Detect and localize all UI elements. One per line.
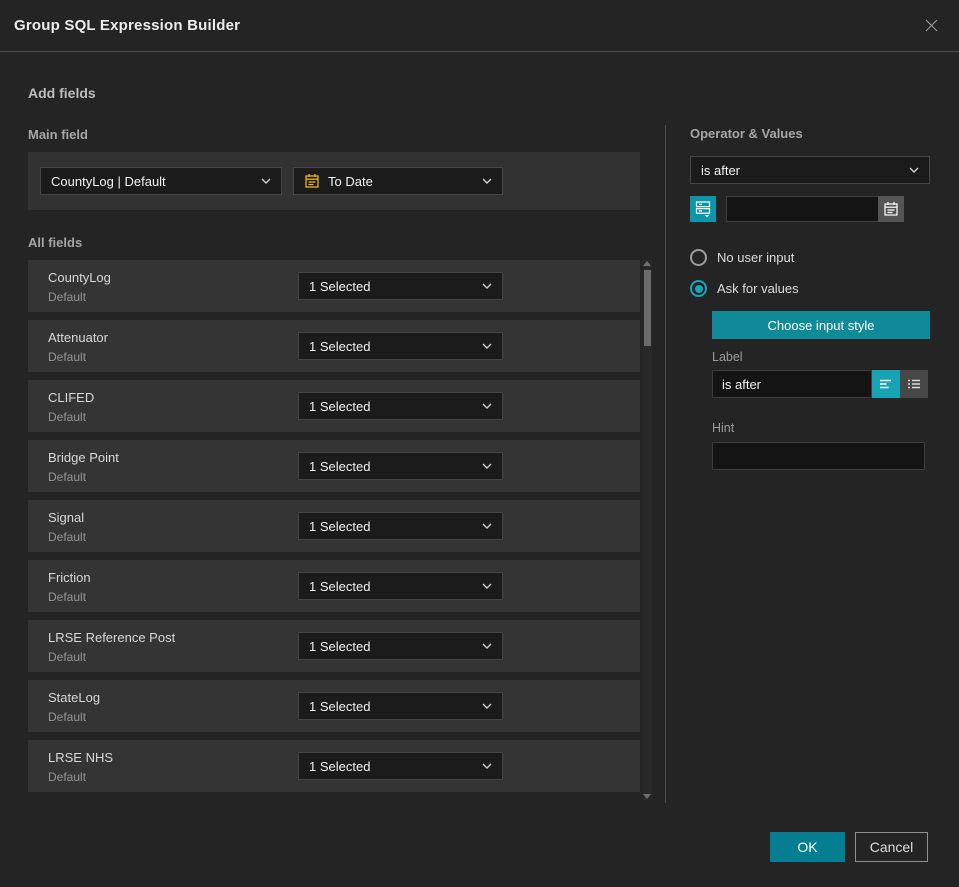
field-selected-dropdown[interactable]: 1 Selected — [298, 272, 503, 300]
values-from-data-icon — [695, 201, 711, 218]
date-mode-dropdown[interactable]: To Date — [293, 167, 503, 195]
date-mode-dropdown-value: To Date — [328, 173, 373, 189]
main-field-dropdown[interactable]: CountyLog | Default — [40, 167, 282, 195]
main-field-label: Main field — [28, 127, 88, 142]
list-input-style-icon — [908, 379, 920, 389]
field-row: CountyLog Default 1 Selected — [28, 260, 640, 312]
field-row: Signal Default 1 Selected — [28, 500, 640, 552]
add-fields-heading: Add fields — [28, 85, 96, 101]
date-picker-button[interactable] — [878, 196, 904, 222]
field-row: Bridge Point Default 1 Selected — [28, 440, 640, 492]
label-input[interactable] — [712, 370, 872, 398]
calendar-icon — [305, 174, 319, 188]
scrollbar-thumb[interactable] — [644, 270, 651, 346]
field-selected-dropdown[interactable]: 1 Selected — [298, 512, 503, 540]
ok-button[interactable]: OK — [770, 832, 845, 862]
radio-label: Ask for values — [717, 281, 799, 296]
field-selected-dropdown[interactable]: 1 Selected — [298, 392, 503, 420]
text-input-style-icon — [880, 379, 891, 389]
field-row: LRSE Reference Post Default 1 Selected — [28, 620, 640, 672]
value-input[interactable] — [726, 196, 878, 222]
all-fields-label: All fields — [28, 235, 83, 250]
operator-dropdown-value: is after — [701, 162, 741, 178]
field-selected-dropdown[interactable]: 1 Selected — [298, 632, 503, 660]
chevron-down-icon — [909, 167, 919, 173]
field-selected-dropdown[interactable]: 1 Selected — [298, 332, 503, 360]
all-fields-list: CountyLog Default 1 Selected Attenuator … — [28, 260, 640, 792]
all-fields-scrollbar[interactable] — [643, 260, 652, 800]
cancel-button[interactable]: Cancel — [855, 832, 928, 862]
chevron-down-icon — [482, 703, 492, 709]
column-divider — [665, 125, 666, 803]
field-selected-label: 1 Selected — [309, 278, 371, 294]
radio-no-user-input[interactable]: No user input — [690, 249, 930, 266]
scroll-down-arrow-icon[interactable] — [643, 794, 651, 799]
values-from-data-button[interactable] — [690, 196, 716, 222]
field-selected-dropdown[interactable]: 1 Selected — [298, 692, 503, 720]
label-input-row — [712, 370, 930, 398]
field-selected-label: 1 Selected — [309, 518, 371, 534]
field-selected-label: 1 Selected — [309, 338, 371, 354]
text-input-style-button[interactable] — [872, 370, 900, 398]
field-selected-dropdown[interactable]: 1 Selected — [298, 752, 503, 780]
field-selected-label: 1 Selected — [309, 458, 371, 474]
operator-values-heading: Operator & Values — [690, 126, 803, 141]
close-icon — [925, 19, 937, 32]
field-selected-label: 1 Selected — [309, 758, 371, 774]
chevron-down-icon — [482, 178, 492, 184]
field-row: Friction Default 1 Selected — [28, 560, 640, 612]
field-selected-dropdown[interactable]: 1 Selected — [298, 452, 503, 480]
field-selected-dropdown[interactable]: 1 Selected — [298, 572, 503, 600]
field-selected-label: 1 Selected — [309, 698, 371, 714]
hint-input[interactable] — [712, 442, 925, 470]
operator-values-panel: Operator & Values is after No user input… — [690, 126, 930, 470]
main-field-dropdown-value: CountyLog | Default — [51, 173, 166, 189]
field-selected-label: 1 Selected — [309, 638, 371, 654]
chevron-down-icon — [482, 523, 492, 529]
close-button[interactable] — [921, 16, 941, 36]
chevron-down-icon — [482, 643, 492, 649]
chevron-down-icon — [482, 583, 492, 589]
choose-input-style-button[interactable]: Choose input style — [712, 311, 930, 339]
chevron-down-icon — [482, 463, 492, 469]
radio-circle-icon — [690, 249, 707, 266]
group-sql-expression-builder-dialog: Group SQL Expression Builder Add fields … — [0, 0, 959, 887]
calendar-icon — [884, 202, 898, 216]
chevron-down-icon — [482, 763, 492, 769]
field-selected-label: 1 Selected — [309, 578, 371, 594]
field-row: CLIFED Default 1 Selected — [28, 380, 640, 432]
value-input-row — [690, 196, 930, 222]
label-field-label: Label — [712, 350, 743, 364]
radio-label: No user input — [717, 250, 795, 265]
field-row: LRSE NHS Default 1 Selected — [28, 740, 640, 792]
scroll-up-arrow-icon[interactable] — [643, 261, 651, 266]
operator-dropdown[interactable]: is after — [690, 156, 930, 184]
chevron-down-icon — [482, 343, 492, 349]
field-selected-label: 1 Selected — [309, 398, 371, 414]
dialog-titlebar: Group SQL Expression Builder — [0, 0, 959, 52]
chevron-down-icon — [261, 178, 271, 184]
list-input-style-button[interactable] — [900, 370, 928, 398]
radio-ask-for-values[interactable]: Ask for values — [690, 280, 930, 297]
chevron-down-icon — [482, 403, 492, 409]
main-field-panel: CountyLog | Default To Date — [28, 152, 640, 210]
hint-field-label: Hint — [712, 421, 735, 435]
field-row: Attenuator Default 1 Selected — [28, 320, 640, 372]
chevron-down-icon — [482, 283, 492, 289]
field-row: StateLog Default 1 Selected — [28, 680, 640, 732]
dialog-title: Group SQL Expression Builder — [14, 17, 241, 34]
radio-circle-selected-icon — [690, 280, 707, 297]
